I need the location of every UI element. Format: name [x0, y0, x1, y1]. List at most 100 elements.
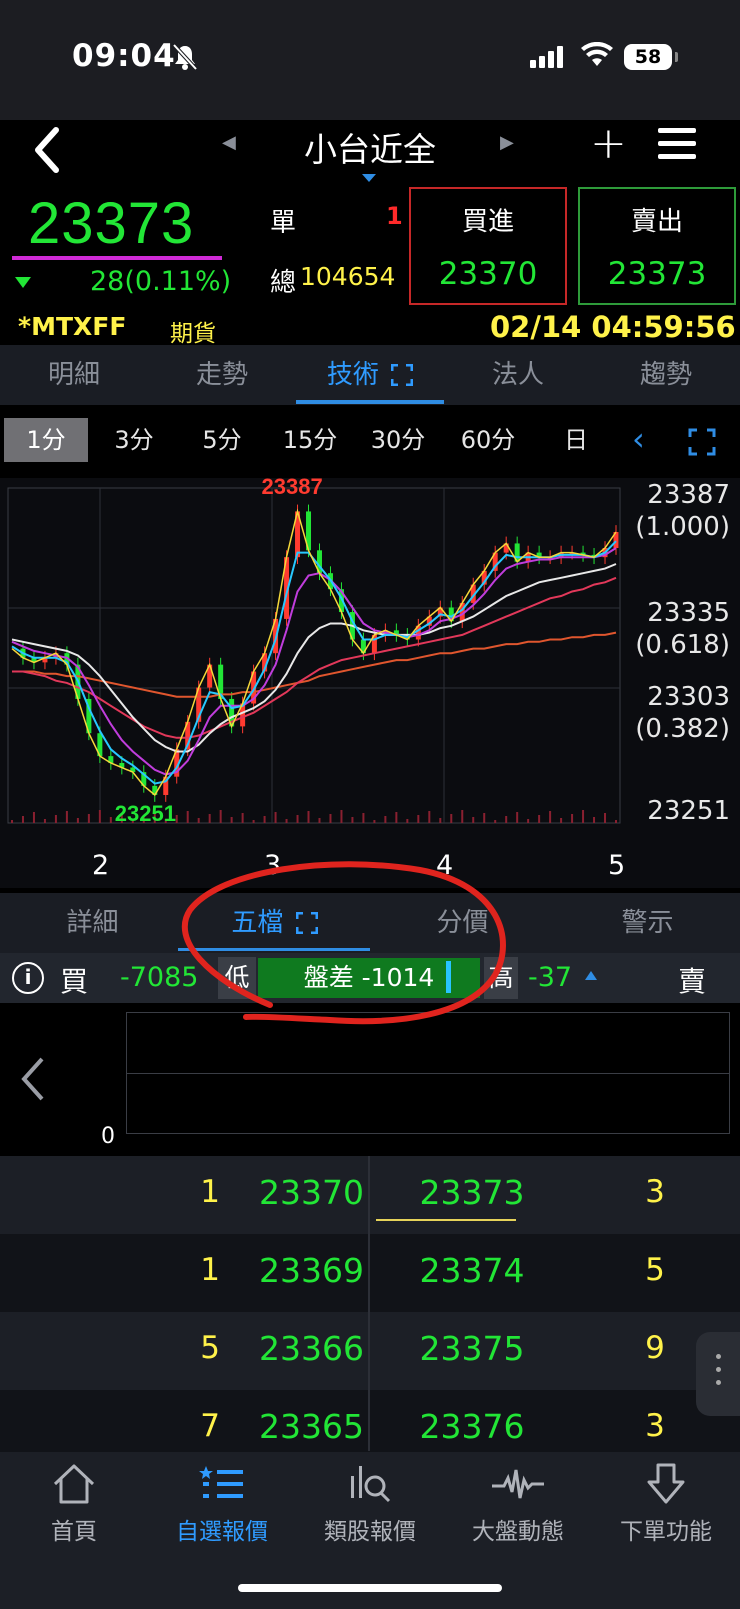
home-indicator [238, 1584, 502, 1592]
tab-institutional[interactable]: 法人 [444, 345, 592, 405]
subtab-alerts[interactable]: 警示 [555, 893, 740, 953]
volume-bar [538, 815, 541, 823]
last-price-underline [12, 256, 222, 260]
volume-bar [483, 813, 486, 823]
sell-button[interactable]: 賣出 23373 [578, 187, 736, 305]
volume-bar [230, 817, 233, 823]
expand-icon [390, 363, 414, 387]
ask-price: 23373 [419, 1173, 525, 1212]
ask-qty: 3 [645, 1408, 665, 1444]
volume-bar [263, 816, 266, 823]
price-chart[interactable]: 23387 23251 [0, 474, 740, 888]
total-volume-label: 總 [270, 268, 297, 298]
ma-line [11, 547, 617, 776]
bottom-nav-watchlist[interactable]: 自選報價 [148, 1462, 296, 1546]
interval-15m[interactable]: 15分 [268, 418, 352, 462]
single-volume-label: 單 [270, 208, 297, 238]
bottom-nav-label: 大盤動態 [472, 1519, 564, 1545]
status-time: 09:04 [72, 38, 176, 74]
chevron-left-icon[interactable] [18, 1055, 48, 1103]
home-icon [53, 1464, 95, 1504]
ask-qty: 9 [645, 1330, 665, 1366]
interval-3m[interactable]: 3分 [92, 418, 176, 462]
volume-bar [516, 812, 519, 823]
bottom-nav-home[interactable]: 首頁 [0, 1462, 148, 1546]
buy-price: 23370 [438, 256, 538, 292]
fullscreen-icon[interactable] [688, 428, 716, 456]
volume-bar [527, 819, 530, 823]
volume-bar [406, 819, 409, 823]
back-chevron-icon[interactable] [22, 120, 72, 180]
wifi-icon [581, 42, 613, 66]
volume-bar [219, 810, 222, 823]
orderbook-divider [368, 1156, 370, 1451]
volume-bar [373, 820, 376, 823]
bid-price: 23370 [259, 1173, 364, 1212]
spread-sell-label: 賣 [678, 965, 707, 998]
interval-5m[interactable]: 5分 [180, 418, 264, 462]
volume-bar [98, 810, 101, 823]
bid-qty: 5 [200, 1330, 220, 1366]
list-icon [199, 1466, 243, 1498]
ask-qty: 3 [645, 1174, 665, 1210]
bid-qty: 1 [200, 1174, 220, 1210]
tab-trend[interactable]: 走勢 [148, 345, 296, 405]
ma-line [12, 631, 617, 698]
interval-30m[interactable]: 30分 [356, 418, 440, 462]
bid-price: 23369 [259, 1251, 364, 1290]
volume-bar [461, 810, 464, 823]
interval-day[interactable]: 日 [534, 418, 618, 462]
volume-bar [450, 814, 453, 823]
buy-button[interactable]: 買進 23370 [409, 187, 567, 305]
x-tick-label: 2 [92, 850, 110, 881]
volume-bar [21, 816, 24, 823]
ask-qty: 5 [645, 1252, 665, 1288]
orderbook-row[interactable]: 5 23366 23375 9 [0, 1312, 740, 1390]
bottom-nav-sector[interactable]: 類股報價 [296, 1462, 444, 1546]
interval-1m[interactable]: 1分 [4, 418, 88, 462]
volume-bar [505, 816, 508, 823]
ma-line [12, 576, 617, 739]
volume-bar [11, 820, 13, 823]
tab-technical[interactable]: 技術 [296, 345, 444, 405]
volume-bar [362, 813, 365, 823]
ma-line [11, 508, 617, 797]
orderbook-row[interactable]: 1 23369 23374 5 [0, 1234, 740, 1312]
volume-bar [439, 818, 442, 823]
next-symbol-arrow-icon[interactable]: ▶ [500, 132, 514, 153]
add-icon[interactable]: + [590, 122, 627, 166]
interval-60m[interactable]: 60分 [446, 418, 530, 462]
tab-tendency[interactable]: 趨勢 [592, 345, 740, 405]
page-title[interactable]: 小台近全 [260, 123, 480, 171]
chart-prev-icon[interactable]: ‹ [632, 420, 645, 458]
orderbook-row[interactable]: 7 23365 23376 3 [0, 1390, 740, 1452]
tab-detail[interactable]: 明細 [0, 345, 148, 405]
y-axis-label: 23251 [647, 796, 730, 826]
bottom-nav-market[interactable]: 大盤動態 [444, 1462, 592, 1546]
volume-bar [175, 815, 178, 823]
title-dropdown-caret-icon[interactable] [362, 174, 376, 182]
volume-bar [428, 811, 431, 823]
subtab-detail[interactable]: 詳細 [0, 893, 185, 953]
volume-bar [208, 814, 211, 823]
chart-search-icon [351, 1466, 391, 1503]
ask-price: 23375 [419, 1329, 525, 1368]
y-axis-label: 23387 [647, 480, 730, 510]
menu-icon[interactable] [658, 128, 696, 167]
silent-bell-icon [172, 43, 198, 71]
battery-indicator: 58 [624, 44, 678, 70]
info-icon[interactable]: i [12, 962, 44, 994]
ask-price: 23376 [419, 1407, 525, 1446]
volume-bar [54, 815, 57, 823]
y-axis-label: 23335 [647, 598, 730, 628]
bottom-nav-label: 首頁 [51, 1519, 97, 1545]
quote-datetime: 02/14 04:59:56 [490, 310, 736, 344]
side-drawer-handle[interactable] [696, 1332, 740, 1416]
annotation-circle [181, 861, 506, 1025]
bottom-nav-order[interactable]: 下單功能 [592, 1462, 740, 1546]
volume-bar [274, 812, 277, 823]
chart-high-label: 23387 [262, 478, 323, 499]
orderbook-row[interactable]: 1 23370 23373 3 [0, 1156, 740, 1234]
order-icon [647, 1463, 685, 1504]
prev-symbol-arrow-icon[interactable]: ◀ [222, 132, 236, 153]
